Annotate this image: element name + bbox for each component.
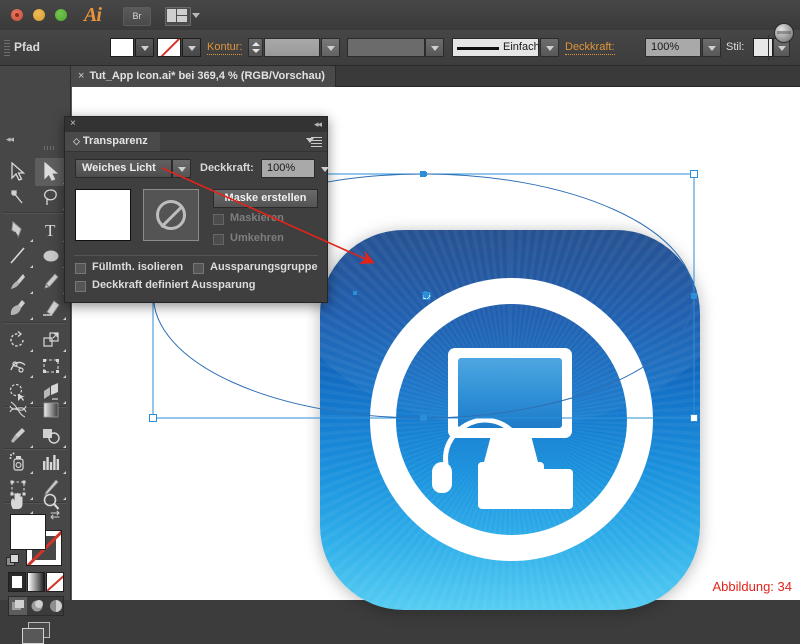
isolate-blending-label: Füllmth. isolieren [92,261,183,273]
blend-tool[interactable] [35,422,68,450]
collapse-panel-icon[interactable]: ◂◂ [314,119,321,130]
line-segment-tool[interactable] [2,242,35,270]
selection-handle-right-center[interactable] [691,293,697,299]
path-anchor-point-q[interactable] [424,293,427,296]
path-anchor-left[interactable] [353,291,357,295]
column-graph-tool[interactable] [35,448,68,476]
panel-separator [74,255,318,256]
free-transform-tool[interactable] [35,352,68,380]
symbol-sprayer-tool[interactable] [2,448,35,476]
panel-opacity-dropdown[interactable] [315,159,334,178]
panel-title-bar: × ◂◂ [65,117,327,132]
object-thumbnail[interactable] [75,189,131,241]
panel-opacity-label: Deckkraft: [200,162,254,174]
color-mode-buttons [8,572,64,592]
tools-panel: ◂◂ T [0,66,71,600]
color-mode-color-button[interactable] [8,572,26,592]
svg-text:T: T [45,221,56,240]
panel-dock-icon: ◇ [73,132,80,151]
panel-menu-icon[interactable] [306,136,322,147]
figure-caption: Abbildung: 34 [712,579,792,594]
default-fill-stroke-icon[interactable] [6,554,19,567]
change-screen-mode-icon[interactable] [22,622,50,644]
screen-mode-buttons [8,596,64,616]
tab-transparenz[interactable]: ◇Transparenz [65,132,160,151]
selection-handle-bottom-right[interactable] [691,415,698,422]
panel-opacity-input[interactable]: 100% [261,159,315,178]
pen-tool[interactable] [2,216,35,244]
path-anchor-top[interactable] [423,172,427,176]
selection-handle-top-right[interactable] [691,171,698,178]
selection-handle-bottom-left[interactable] [150,415,157,422]
eyedropper-tool[interactable] [2,422,35,450]
mesh-tool[interactable] [2,396,35,424]
blend-mode-select[interactable]: Weiches Licht [75,159,172,178]
panel-tab-label: Transparenz [83,135,148,147]
mask-thumbnail[interactable] [143,189,199,241]
selection-tool[interactable] [2,158,35,186]
rotate-tool[interactable] [2,326,35,354]
magic-wand-tool[interactable] [2,184,35,212]
hand-tool[interactable] [2,488,35,516]
close-icon[interactable]: × [70,118,76,129]
panel-tab-row: ◇Transparenz [65,132,327,152]
blend-mode-dropdown[interactable] [172,159,191,178]
knockout-group-label: Aussparungsgruppe [210,261,318,273]
width-tool[interactable] [2,352,35,380]
create-mask-button[interactable]: Maske erstellen [213,189,318,208]
invert-mask-label: Umkehren [230,232,284,244]
clip-label: Maskieren [230,212,284,224]
path-anchor-bottom[interactable] [423,416,427,420]
scale-tool[interactable] [35,326,68,354]
isolate-blending-checkbox[interactable] [75,263,86,274]
color-mode-none-button[interactable] [46,572,64,592]
knockout-group-checkbox[interactable] [193,263,204,274]
toolbar-fill-swatch[interactable] [10,514,46,550]
invert-mask-checkbox[interactable] [213,234,224,245]
blob-brush-tool[interactable] [2,294,35,322]
opacity-defines-knockout-checkbox[interactable] [75,281,86,292]
gradient-tool[interactable] [35,396,68,424]
swap-fill-stroke-icon[interactable]: ⇄ [50,508,60,522]
opacity-defines-knockout-label: Deckkraft definiert Aussparung [92,279,255,291]
transparency-panel[interactable]: × ◂◂ ◇Transparenz Weiches Licht Deckkraf… [64,116,328,303]
toolbar-collapse-icon[interactable]: ◂◂ [6,134,13,145]
no-mask-icon [156,200,186,230]
paintbrush-tool[interactable] [2,268,35,296]
color-mode-gradient-button[interactable] [27,572,45,592]
clip-checkbox[interactable] [213,214,224,225]
toolbar-grip[interactable] [44,146,56,150]
